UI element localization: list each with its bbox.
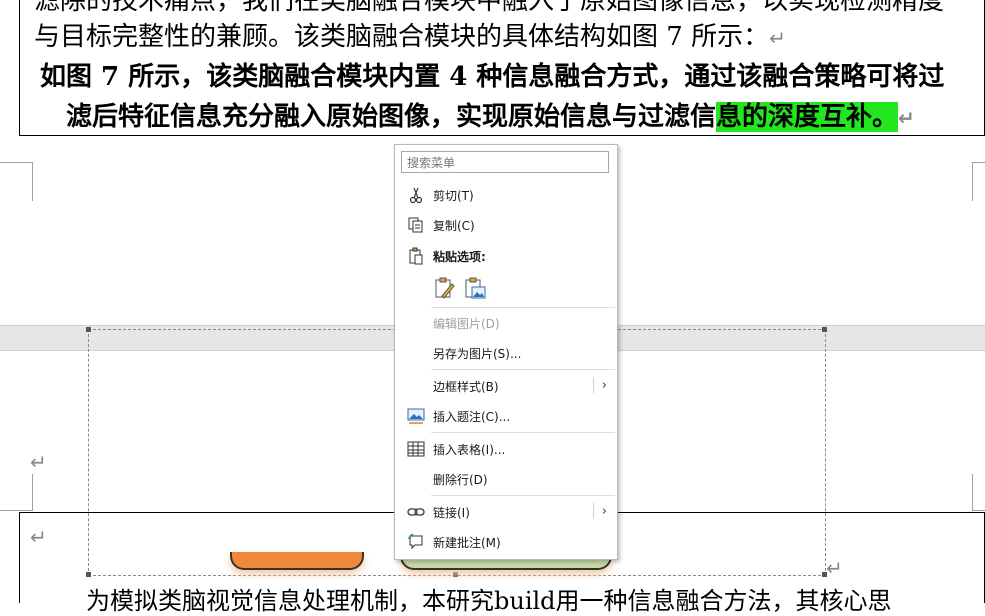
doc-bottom-line: 为模拟类脑视觉信息处理机制，本研究build用一种信息融合方法，其核心思: [86, 587, 892, 615]
page-corner-mark-right-top: [972, 162, 985, 201]
copy-icon: [407, 216, 425, 234]
caption-icon: [407, 407, 425, 425]
menu-item-label: 插入表格(I)...: [433, 443, 506, 457]
menu-item-label: 粘贴选项:: [433, 250, 486, 264]
menu-item-label: 剪切(T): [433, 189, 474, 203]
resize-handle[interactable]: [822, 327, 827, 332]
menu-separator: [431, 432, 615, 433]
chevron-right-icon: ›: [601, 378, 607, 393]
paragraph-mark: ↵: [30, 450, 47, 474]
doc-line-2: 与目标完整性的兼顾。该类脑融合模块的具体结构如图 7 所示：↵: [34, 22, 786, 52]
paste-as-picture-icon[interactable]: [463, 276, 487, 300]
menu-item-save-as-picture[interactable]: 另存为图片(S)...: [395, 339, 617, 367]
submenu-divider: [593, 377, 594, 393]
paste-icon: [407, 247, 425, 265]
page-corner-mark-left-bottom: [0, 474, 33, 511]
menu-search-input[interactable]: 搜索菜单: [401, 151, 609, 173]
menu-item-label: 复制(C): [433, 219, 475, 233]
comment-icon: [407, 533, 425, 551]
chevron-right-icon: ›: [601, 504, 607, 519]
menu-item-delete-row[interactable]: 删除行(D): [395, 465, 617, 493]
menu-item-cut[interactable]: 剪切(T): [395, 181, 617, 209]
menu-separator: [431, 307, 615, 308]
menu-item-label: 编辑图片(D): [433, 317, 500, 331]
doc-line-4: 滤后特征信息充分融入原始图像，实现原始信息与过滤信息的深度互补。↵: [66, 102, 915, 132]
menu-separator: [431, 369, 615, 370]
doc-line-3: 如图 7 所示，该类脑融合模块内置 4 种信息融合方式，通过该融合策略可将过: [40, 62, 945, 92]
menu-separator: [431, 495, 615, 496]
scissors-icon: [407, 186, 425, 204]
menu-item-label: 删除行(D): [433, 473, 488, 487]
submenu-divider: [593, 503, 594, 519]
menu-item-border-style[interactable]: 边框样式(B) ›: [395, 372, 617, 400]
menu-item-paste-options: 粘贴选项:: [395, 242, 617, 270]
paste-keep-formatting-icon[interactable]: [433, 276, 457, 300]
figure-shape-orange: [230, 552, 364, 570]
context-menu: 搜索菜单 剪切(T) 复制(C) 粘贴选项: 编辑图片(D) 另存为图片(S).…: [394, 144, 618, 560]
menu-item-label: 新建批注(M): [433, 536, 501, 550]
page-corner-mark-left-top: [0, 162, 33, 201]
menu-item-edit-picture: 编辑图片(D): [395, 309, 617, 337]
highlighted-text: 息的深度互补。: [716, 102, 899, 132]
menu-item-label: 另存为图片(S)...: [433, 347, 522, 361]
menu-item-copy[interactable]: 复制(C): [395, 211, 617, 239]
menu-item-new-comment[interactable]: 新建批注(M): [395, 528, 617, 556]
menu-item-insert-caption[interactable]: 插入题注(C)...: [395, 402, 617, 430]
link-icon: [407, 503, 425, 521]
page-corner-mark-right-bottom: [972, 474, 985, 511]
paragraph-mark: ↵: [898, 106, 915, 130]
doc-line-1: 滤除的技术痛点，我们在类脑融合模块中融入了原始图像信息，以实现检测精度: [34, 0, 945, 16]
menu-item-insert-table[interactable]: 插入表格(I)...: [395, 435, 617, 463]
menu-item-label: 链接(I): [433, 506, 470, 520]
paragraph-mark: ↵: [769, 26, 786, 50]
table-icon: [407, 440, 425, 458]
menu-item-label: 边框样式(B): [433, 380, 499, 394]
menu-item-label: 插入题注(C)...: [433, 410, 511, 424]
resize-handle[interactable]: [86, 327, 91, 332]
menu-item-link[interactable]: 链接(I) ›: [395, 498, 617, 526]
